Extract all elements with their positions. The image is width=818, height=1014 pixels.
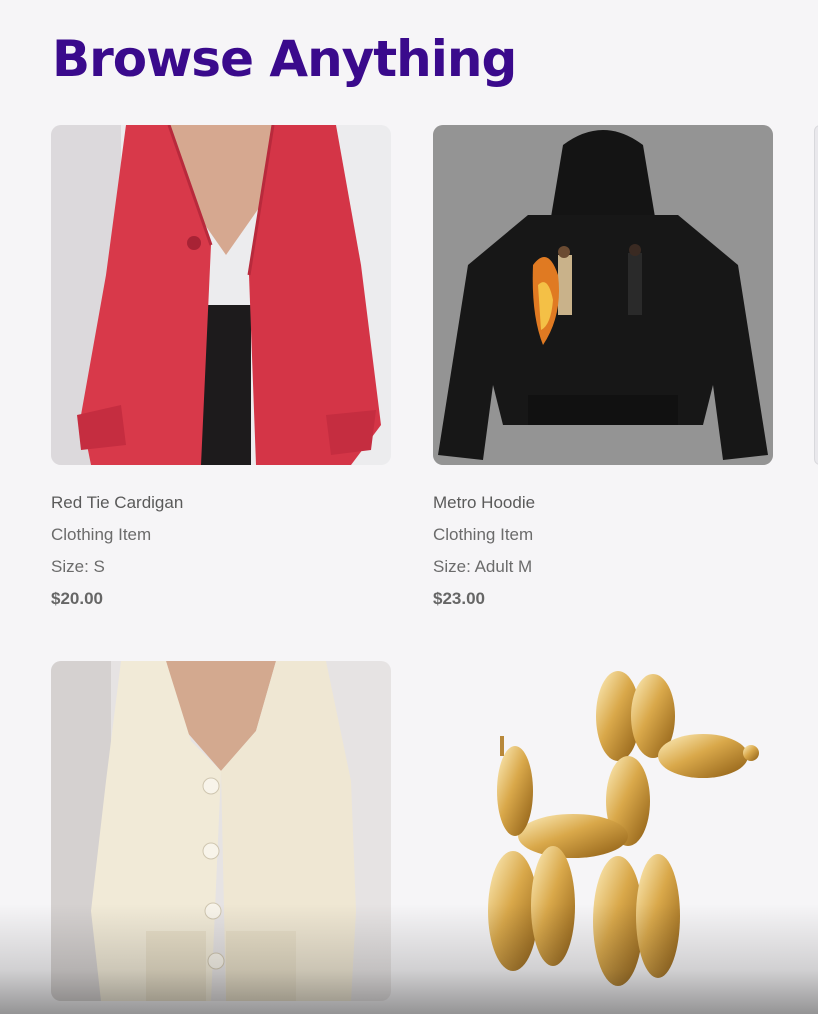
page-title: Browse Anything [52, 30, 517, 88]
product-size: Size: Adult M [433, 557, 533, 576]
red-cardigan-image [51, 125, 391, 465]
product-size: Size: S [51, 557, 105, 576]
cream-cardigan-image [51, 661, 391, 1001]
product-category: Clothing Item [433, 525, 534, 544]
product-image-cream-cardigan[interactable] [51, 661, 391, 1001]
product-image-red-cardigan[interactable] [51, 125, 391, 465]
browse-page: Browse Anything Red Tie Cardigan Clothin… [0, 0, 818, 1014]
product-name[interactable]: Metro Hoodie [433, 487, 773, 519]
product-card[interactable]: Red Tie Cardigan Clothing Item Size: S $… [51, 125, 391, 615]
product-price: $20.00 [51, 589, 103, 608]
product-category: Clothing Item [51, 525, 152, 544]
product-image-black-hoodie[interactable] [433, 125, 773, 465]
product-card[interactable]: Metro Hoodie Clothing Item Size: Adult M… [433, 125, 773, 615]
product-image-gold-balloon-dog[interactable] [433, 661, 773, 1001]
gold-balloon-dog-image [433, 661, 773, 1001]
product-price: $23.00 [433, 589, 485, 608]
product-card[interactable] [433, 661, 773, 1001]
product-name[interactable]: Red Tie Cardigan [51, 487, 391, 519]
black-hoodie-image [433, 125, 773, 465]
product-card-peek[interactable] [814, 125, 818, 465]
product-card[interactable] [51, 661, 391, 1001]
